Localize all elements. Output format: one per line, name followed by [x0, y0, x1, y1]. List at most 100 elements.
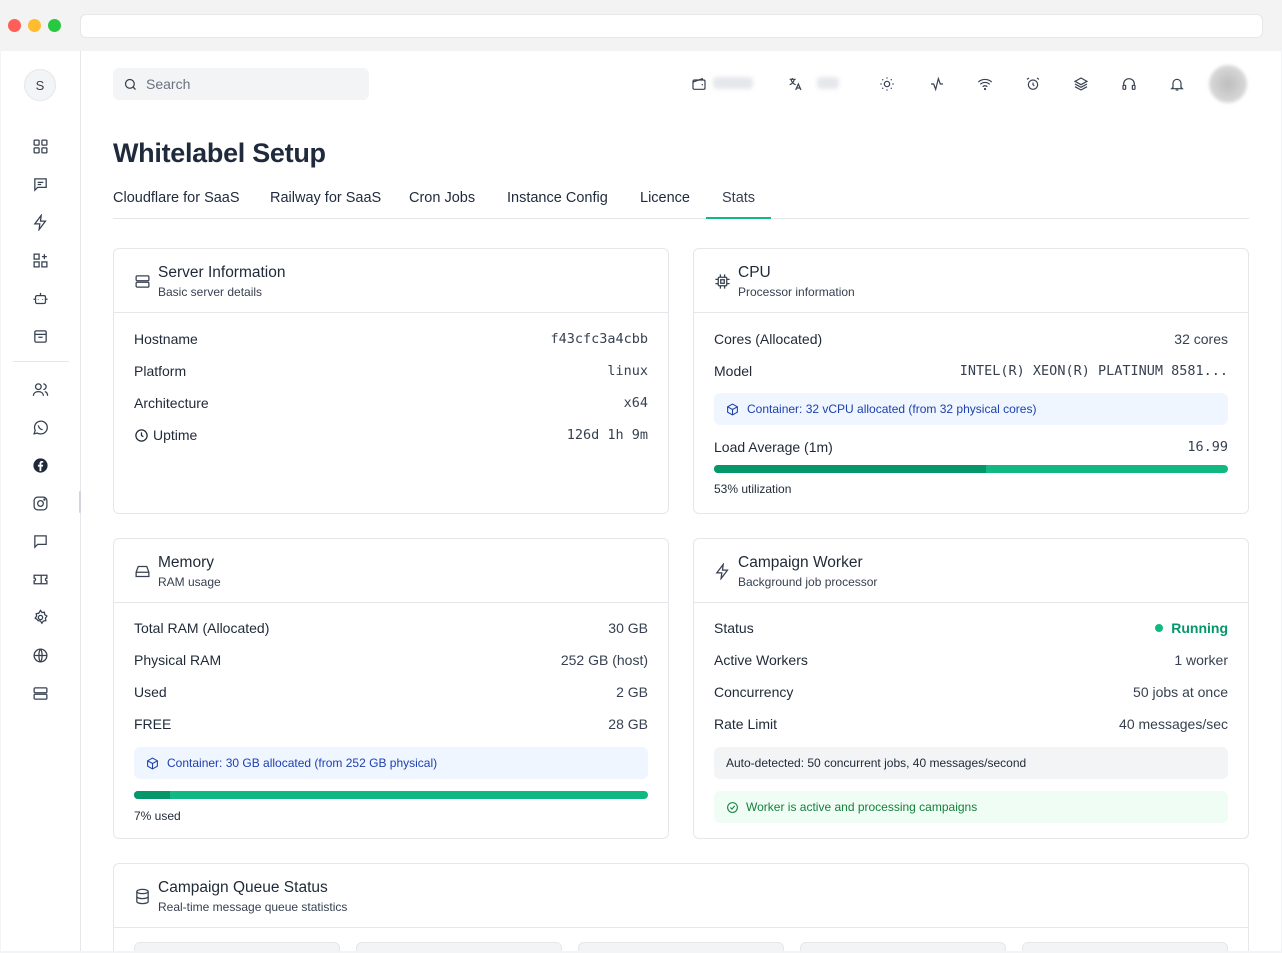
globe-icon[interactable]: [29, 644, 51, 666]
browser-chrome: [0, 0, 1282, 51]
card-title: Server Information: [158, 264, 286, 281]
facebook-icon[interactable]: [29, 454, 51, 476]
zap-icon: [714, 562, 731, 581]
dashboard-icon[interactable]: [29, 135, 51, 157]
zap-icon[interactable]: [29, 211, 51, 233]
row-value: 50 jobs at once: [1133, 684, 1228, 700]
row-label: Physical RAM: [134, 652, 222, 668]
concurrency-row: Concurrency 50 jobs at once: [714, 684, 1228, 704]
row-value: 28 GB: [608, 716, 648, 732]
row-value: 1 worker: [1174, 652, 1228, 668]
workspace-avatar[interactable]: S: [24, 69, 56, 101]
settings-icon[interactable]: [29, 606, 51, 628]
inbox-icon[interactable]: [29, 325, 51, 347]
row-value: f43cfc3a4cbb: [550, 331, 648, 347]
wallet-icon[interactable]: [688, 73, 710, 95]
row-value: linux: [607, 363, 648, 379]
hostname-row: Hostname f43cfc3a4cbb: [134, 331, 648, 351]
clock-icon: [135, 428, 148, 442]
bell-icon[interactable]: [1166, 73, 1188, 95]
search-placeholder: Search: [146, 76, 191, 92]
container-note: Container: 32 vCPU allocated (from 32 ph…: [714, 393, 1228, 425]
alarm-icon[interactable]: [1022, 73, 1044, 95]
whatsapp-icon[interactable]: [29, 416, 51, 438]
worker-active-note: Worker is active and processing campaign…: [714, 791, 1228, 823]
instagram-icon[interactable]: [29, 492, 51, 514]
maximize-window-button[interactable]: [48, 19, 61, 32]
activity-icon[interactable]: [926, 73, 948, 95]
physical-ram-row: Physical RAM 252 GB (host): [134, 652, 648, 672]
ticket-icon[interactable]: [29, 568, 51, 590]
top-bar: Search: [81, 51, 1281, 117]
sidebar-divider: [13, 361, 69, 362]
card-subtitle: Basic server details: [158, 285, 263, 299]
queue-stat-tile: [578, 942, 784, 951]
row-label: Uptime: [153, 427, 198, 443]
wifi-icon[interactable]: [974, 73, 996, 95]
widgets-icon[interactable]: [29, 249, 51, 271]
model-row: Model INTEL(R) XEON(R) PLATINUM 8581...: [714, 363, 1228, 383]
tab-instance-config[interactable]: Instance Config: [507, 190, 608, 206]
cpu-card: CPU Processor information Cores (Allocat…: [693, 248, 1249, 514]
card-header: Memory RAM usage: [114, 539, 668, 603]
row-value: 40 messages/sec: [1119, 716, 1228, 732]
uptime-label-group: Uptime: [134, 427, 197, 443]
status-row: Status Running: [714, 620, 1228, 640]
tab-railway-for-saas[interactable]: Railway for SaaS: [270, 190, 381, 206]
cpu-icon: [714, 273, 731, 290]
users-icon[interactable]: [29, 378, 51, 400]
check-circle-icon: [727, 801, 738, 813]
queue-stat-tile: [134, 942, 340, 951]
minimize-window-button[interactable]: [28, 19, 41, 32]
row-label: Concurrency: [714, 684, 794, 700]
layers-icon[interactable]: [1070, 73, 1092, 95]
load-average-row: Load Average (1m) 16.99: [714, 439, 1228, 459]
page-title: Whitelabel Setup: [113, 138, 326, 168]
container-note-text: Container: 32 vCPU allocated (from 32 ph…: [747, 402, 1037, 416]
bot-icon[interactable]: [29, 287, 51, 309]
address-bar[interactable]: [80, 14, 1263, 38]
app-window: S Search Whitelabel Setup Cloudflare for…: [1, 51, 1281, 951]
tab-licence[interactable]: Licence: [640, 190, 690, 206]
search-icon: [124, 78, 136, 90]
card-subtitle: Background job processor: [738, 575, 878, 589]
user-avatar[interactable]: [1209, 65, 1247, 103]
headphones-icon[interactable]: [1118, 73, 1140, 95]
status-dot: [1155, 624, 1164, 632]
sidebar-scrollbar[interactable]: [79, 491, 81, 513]
sun-icon[interactable]: [876, 73, 898, 95]
server-icon[interactable]: [29, 682, 51, 704]
used-text: 7% used: [134, 809, 181, 823]
campaign-queue-card: Campaign Queue Status Real-time message …: [113, 863, 1249, 951]
tab-cloudflare-for-saas[interactable]: Cloudflare for SaaS: [113, 190, 240, 206]
row-label: Platform: [134, 363, 187, 379]
row-value: 30 GB: [608, 620, 648, 636]
platform-row: Platform linux: [134, 363, 648, 383]
chat-icon[interactable]: [29, 530, 51, 552]
row-label: Total RAM (Allocated): [134, 620, 270, 636]
status-badge: Running: [1155, 620, 1228, 636]
row-label: Model: [714, 363, 753, 379]
card-header: Campaign Queue Status Real-time message …: [114, 864, 1248, 928]
row-label: Status: [714, 620, 754, 636]
language-text: [817, 77, 839, 89]
card-title: Memory: [158, 554, 214, 571]
free-row: FREE 28 GB: [134, 716, 648, 736]
translate-icon[interactable]: [784, 73, 806, 95]
tab-cron-jobs[interactable]: Cron Jobs: [409, 190, 475, 206]
server-icon: [134, 273, 151, 290]
message-square-icon[interactable]: [29, 173, 51, 195]
row-value: 32 cores: [1174, 331, 1228, 347]
row-value: 252 GB (host): [560, 652, 648, 668]
queue-stat-tile: [356, 942, 562, 951]
tab-stats[interactable]: Stats: [722, 190, 755, 206]
rate-limit-row: Rate Limit 40 messages/sec: [714, 716, 1228, 736]
row-value: 16.99: [1187, 439, 1228, 455]
balance-text: [713, 77, 753, 89]
cpu-utilization-bar: [714, 465, 1228, 473]
utilization-text: 53% utilization: [714, 482, 792, 496]
card-title: CPU: [738, 264, 771, 281]
search-input[interactable]: Search: [113, 68, 369, 100]
close-window-button[interactable]: [8, 19, 21, 32]
card-header: CPU Processor information: [694, 249, 1248, 313]
